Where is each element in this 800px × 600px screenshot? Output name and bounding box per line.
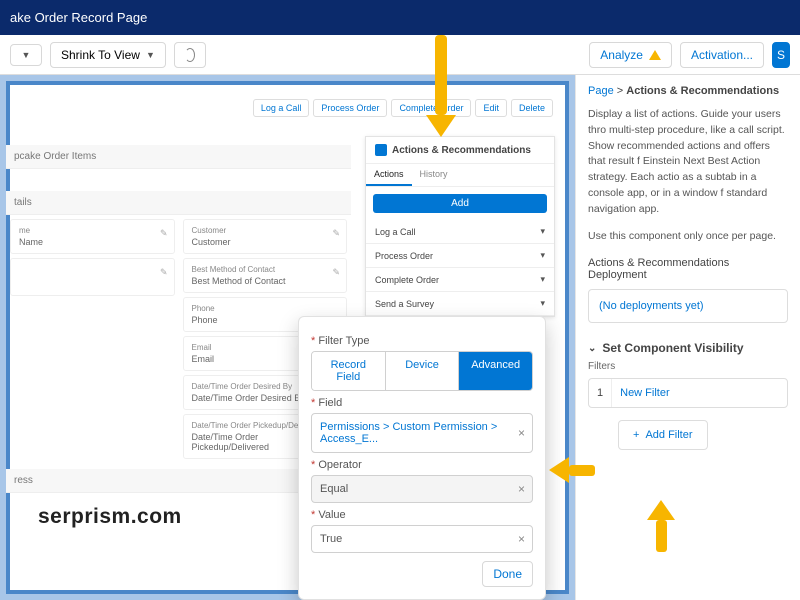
filter-name: New Filter	[612, 379, 678, 407]
value-label: Value	[311, 509, 533, 521]
component-note: Use this component only once per page.	[588, 229, 788, 245]
caret-down-icon: ▾	[540, 250, 545, 261]
caret-down-icon: ▾	[540, 274, 545, 285]
refresh-icon	[185, 48, 195, 62]
chevron-down-icon: ⌄	[588, 343, 596, 354]
tab-actions[interactable]: Actions	[366, 164, 412, 186]
filter-type-label: Filter Type	[311, 335, 533, 347]
deployment-section-title: Actions & Recommendations Deployment	[588, 257, 788, 281]
filter-editor-popover: Filter Type Record Field Device Advanced…	[298, 316, 546, 600]
refresh-button[interactable]	[174, 42, 206, 68]
visibility-section-header[interactable]: ⌄ Set Component Visibility	[588, 341, 788, 355]
tab-history[interactable]: History	[412, 164, 456, 186]
clear-value-icon[interactable]: ×	[518, 532, 525, 546]
field-blank[interactable]: ✎	[10, 258, 175, 296]
clear-operator-icon[interactable]: ×	[518, 482, 525, 496]
seg-device[interactable]: Device	[386, 352, 460, 390]
process-order-action[interactable]: Process Order	[313, 99, 387, 117]
toolbar: ▼ Shrink To View▼ Analyze Activation... …	[0, 35, 800, 75]
analyze-button[interactable]: Analyze	[589, 42, 672, 68]
properties-panel: Page > Actions & Recommendations Display…	[575, 75, 800, 600]
ar-row-process[interactable]: Process Order▾	[366, 244, 554, 268]
component-description: Display a list of actions. Guide your us…	[588, 107, 788, 217]
filters-label: Filters	[588, 361, 788, 372]
activation-button[interactable]: Activation...	[680, 42, 764, 68]
record-action-buttons: Log a Call Process Order Complete Order …	[253, 99, 553, 117]
operator-input[interactable]: Equal	[311, 475, 533, 503]
header-bar: ake Order Record Page	[0, 0, 800, 35]
ar-row-complete[interactable]: Complete Order▾	[366, 268, 554, 292]
operator-label: Operator	[311, 459, 533, 471]
watermark-text: serprism.com	[38, 505, 182, 529]
ar-add-button[interactable]: Add	[373, 194, 547, 213]
filter-type-segment: Record Field Device Advanced	[311, 351, 533, 391]
ar-tabs: Actions History	[366, 164, 554, 187]
back-dropdown[interactable]: ▼	[10, 44, 42, 66]
value-input[interactable]: True	[311, 525, 533, 553]
edit-action[interactable]: Edit	[475, 99, 507, 117]
details-title: tails	[6, 191, 351, 215]
breadcrumb: Page > Actions & Recommendations	[588, 85, 788, 97]
warning-icon	[649, 50, 661, 60]
complete-order-action[interactable]: Complete Order	[391, 99, 471, 117]
clear-field-icon[interactable]: ×	[518, 426, 525, 440]
page-title: ake Order Record Page	[10, 10, 147, 25]
breadcrumb-page[interactable]: Page	[588, 85, 614, 97]
add-filter-button[interactable]: + Add Filter	[618, 420, 708, 450]
visibility-title: Set Component Visibility	[602, 341, 743, 355]
filter-row-1[interactable]: 1 New Filter	[588, 378, 788, 408]
seg-record-field[interactable]: Record Field	[312, 352, 386, 390]
ar-header: Actions & Recommendations	[366, 137, 554, 164]
caret-down-icon: ▼	[22, 50, 31, 60]
field-label: Field	[311, 397, 533, 409]
seg-advanced[interactable]: Advanced	[459, 352, 532, 390]
save-button[interactable]: S	[772, 42, 790, 68]
field-customer[interactable]: CustomerCustomer✎	[183, 219, 348, 254]
shrink-label: Shrink To View	[61, 48, 140, 62]
filter-index: 1	[589, 379, 612, 407]
breadcrumb-current: Actions & Recommendations	[626, 85, 779, 97]
pencil-icon: ✎	[332, 267, 340, 278]
ar-icon	[375, 144, 387, 156]
field-input[interactable]: Permissions > Custom Permission > Access…	[311, 413, 533, 453]
field-name[interactable]: meName✎	[10, 219, 175, 254]
pencil-icon: ✎	[160, 267, 168, 278]
ar-row-log[interactable]: Log a Call▾	[366, 220, 554, 244]
field-contact[interactable]: Best Method of ContactBest Method of Con…	[183, 258, 348, 293]
caret-down-icon: ▼	[146, 50, 155, 60]
order-items-title: pcake Order Items	[6, 145, 351, 169]
analyze-label: Analyze	[600, 48, 643, 62]
done-button[interactable]: Done	[482, 561, 533, 587]
shrink-to-view-button[interactable]: Shrink To View ▼	[50, 42, 166, 68]
plus-icon: +	[633, 429, 639, 441]
log-call-action[interactable]: Log a Call	[253, 99, 310, 117]
delete-action[interactable]: Delete	[511, 99, 553, 117]
pencil-icon: ✎	[160, 228, 168, 239]
add-filter-label: Add Filter	[645, 429, 692, 441]
deployment-picker[interactable]: (No deployments yet)	[588, 289, 788, 323]
pencil-icon: ✎	[332, 228, 340, 239]
caret-down-icon: ▾	[540, 298, 545, 309]
ar-title: Actions & Recommendations	[392, 145, 531, 156]
ar-row-survey[interactable]: Send a Survey▾	[366, 292, 554, 316]
caret-down-icon: ▾	[540, 226, 545, 237]
actions-recommendations-component[interactable]: Actions & Recommendations Actions Histor…	[365, 136, 555, 317]
